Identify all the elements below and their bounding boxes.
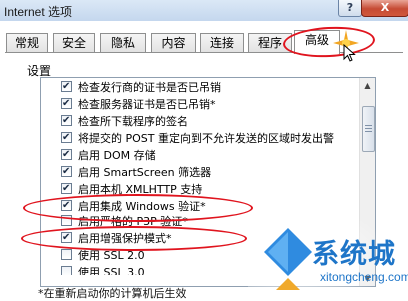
list-item-label: 检查所下载程序的签名: [78, 115, 188, 128]
list-item-label: 检查发行商的证书是否已吊销: [78, 81, 221, 94]
list-item[interactable]: 将提交的 POST 重定向到不允许发送的区域时发出警: [61, 130, 334, 147]
list-item[interactable]: 使用 SSL 3.0: [61, 265, 145, 279]
list-item[interactable]: 检查服务器证书是否已吊销*: [61, 96, 216, 113]
grip-line: [365, 128, 372, 129]
list-item[interactable]: 检查所下载程序的签名: [61, 113, 188, 130]
checkbox[interactable]: [61, 164, 72, 180]
list-item[interactable]: 启用 DOM 存储: [61, 147, 156, 164]
checkbox[interactable]: [61, 96, 72, 112]
list-item-label: 使用 SSL 3.0: [78, 266, 145, 279]
scrollbar-thumb[interactable]: [362, 106, 375, 152]
scroll-up-icon[interactable]: ▲: [361, 78, 374, 93]
tab-general[interactable]: 常规: [6, 33, 48, 53]
checkbox[interactable]: [61, 130, 72, 146]
annotation-oval-windows-auth: [23, 194, 253, 222]
checkbox[interactable]: [61, 79, 72, 95]
list-item[interactable]: 检查发行商的证书是否已吊销: [61, 79, 221, 96]
tab-privacy[interactable]: 隐私: [100, 33, 146, 53]
tab-content[interactable]: 内容: [151, 33, 196, 53]
annotation-oval-enhanced-protected-mode: [21, 226, 247, 251]
close-button[interactable]: X: [361, 0, 408, 17]
grip-line: [365, 131, 372, 132]
watermark-url: xitongcheng.com: [320, 270, 408, 284]
mouse-cursor-icon: [343, 44, 356, 62]
checkbox[interactable]: [61, 147, 72, 163]
checkbox[interactable]: [61, 266, 72, 275]
tab-connections[interactable]: 连接: [200, 33, 244, 53]
watermark-brand: 系统城: [312, 239, 396, 270]
checkbox[interactable]: [61, 181, 72, 197]
list-item[interactable]: 启用 SmartScreen 筛选器: [61, 164, 212, 181]
checkbox[interactable]: [61, 113, 72, 129]
list-item-label: 检查服务器证书是否已吊销*: [78, 98, 216, 111]
window-title: Internet 选项: [4, 5, 73, 19]
checkbox[interactable]: [61, 249, 72, 260]
title-bar: Internet 选项 ? X: [0, 0, 408, 21]
help-button[interactable]: ?: [338, 0, 362, 17]
grip-line: [365, 125, 372, 126]
list-item-label: 将提交的 POST 重定向到不允许发送的区域时发出警: [78, 132, 334, 145]
list-item-label: 启用 SmartScreen 筛选器: [78, 166, 212, 179]
list-item-label: 启用 DOM 存储: [78, 149, 156, 162]
tab-security[interactable]: 安全: [53, 33, 95, 53]
